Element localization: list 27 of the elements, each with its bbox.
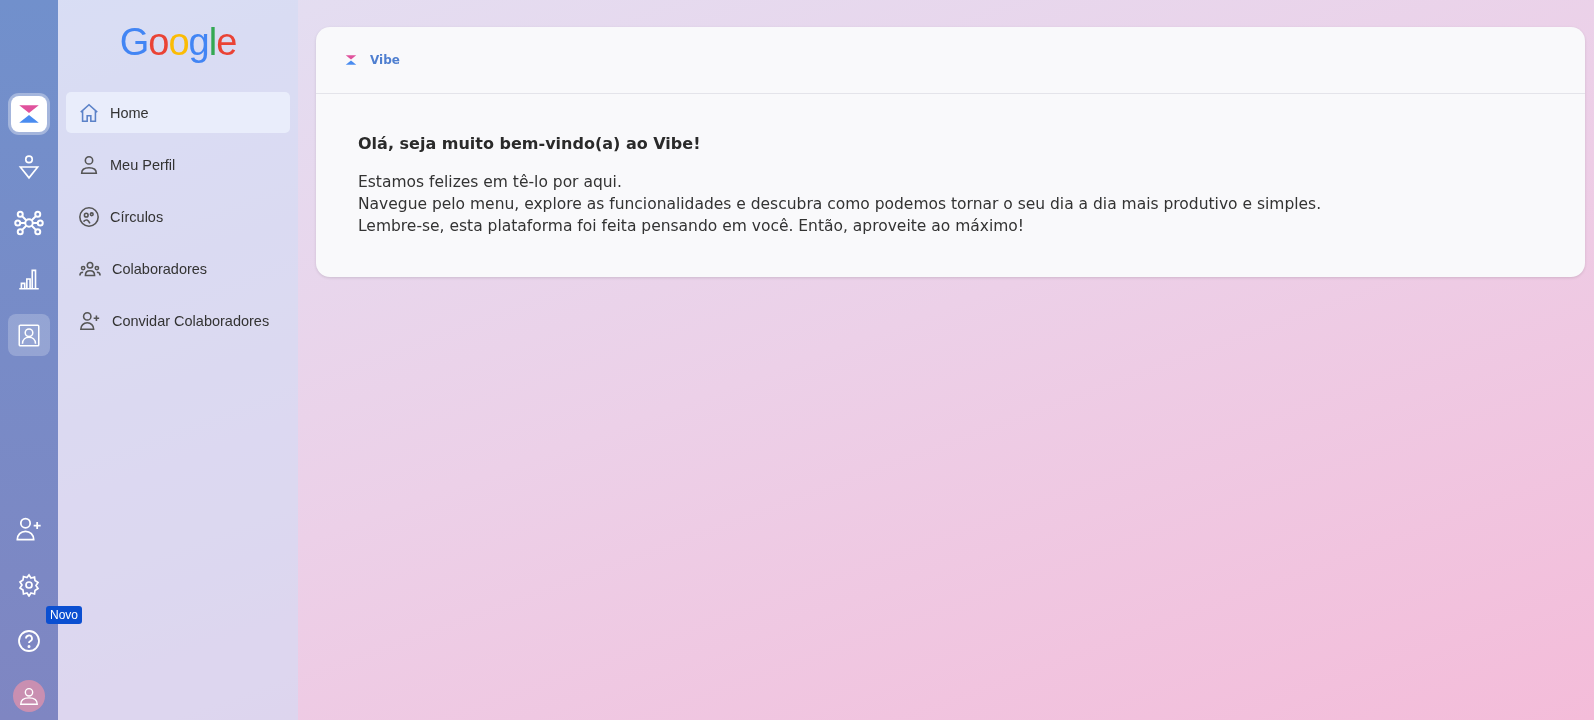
add-user-icon <box>78 309 102 332</box>
welcome-text: Lembre-se, esta plataforma foi feita pensando em você. Então, aproveite ao máximo! <box>358 216 1026 237</box>
avatar-button[interactable] <box>13 680 45 712</box>
app-logo-icon <box>344 53 358 67</box>
home-icon <box>78 101 100 124</box>
contact-rail-button[interactable] <box>8 314 50 356</box>
person-icon <box>18 685 40 707</box>
settings-icon <box>17 573 41 597</box>
google-logo: Google <box>118 22 238 62</box>
sidebar-item[interactable]: Home <box>66 92 290 133</box>
person-icon <box>78 153 100 176</box>
breadcrumb-link[interactable]: Vibe <box>370 53 400 67</box>
welcome-heading: Olá, seja muito bem-vindo(a) ao Vibe! <box>358 134 702 153</box>
ai-person-icon <box>16 154 42 180</box>
app-rail-button[interactable] <box>11 96 47 132</box>
sidebar-item[interactable]: Meu Perfil <box>66 144 290 185</box>
new-badge: Novo <box>46 606 82 624</box>
sidebar-item[interactable]: Convidar Colaboradores <box>66 300 290 341</box>
face-circle-icon <box>78 205 100 228</box>
contact-card-icon <box>16 322 42 348</box>
sidebar-item[interactable]: Círculos <box>66 196 290 237</box>
help-icon <box>17 629 41 653</box>
add-user-icon <box>15 515 43 543</box>
welcome-text: Estamos felizes em tê-lo por aqui. <box>358 172 623 193</box>
network-icon <box>14 208 44 238</box>
welcome-text: Navegue pelo menu, explore as funcionalidades e descubra como podemos tornar o seu dia a dia mais produtivo e simples. <box>358 194 1323 215</box>
sidebar-item[interactable]: Colaboradores <box>66 248 290 289</box>
